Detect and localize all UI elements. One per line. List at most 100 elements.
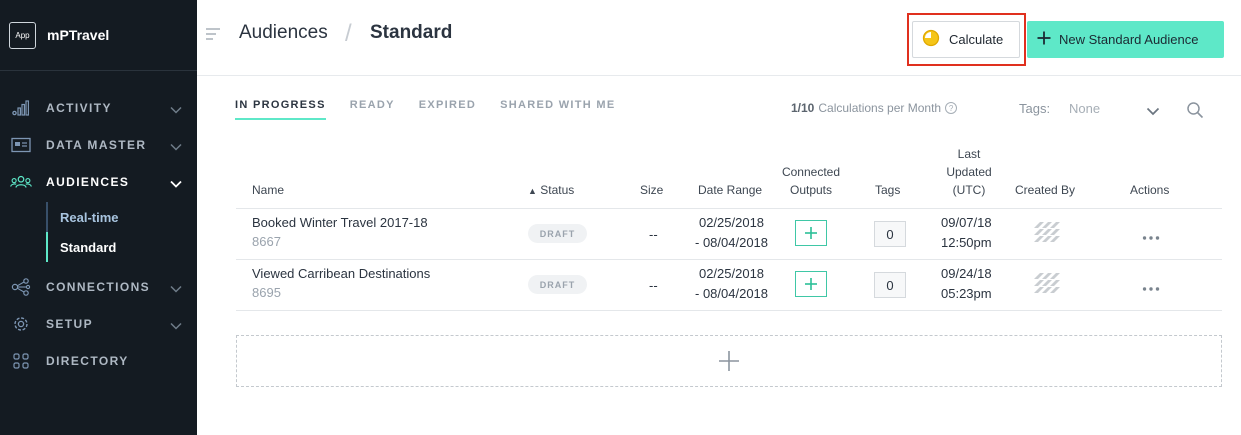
add-connected-output-button[interactable] bbox=[795, 220, 827, 246]
last-updated: 09/24/18 05:23pm bbox=[941, 264, 992, 304]
updated-time: 05:23pm bbox=[941, 286, 992, 301]
header-line: Last bbox=[957, 147, 981, 161]
column-header-status[interactable]: ▲ Status bbox=[528, 181, 574, 200]
tab-expired[interactable]: EXPIRED bbox=[419, 99, 476, 120]
calculate-button[interactable]: Calculate bbox=[912, 21, 1020, 58]
chevron-down-icon[interactable] bbox=[170, 280, 182, 298]
page-title: Standard bbox=[370, 22, 453, 43]
column-header-name[interactable]: Name bbox=[252, 181, 284, 199]
more-actions-icon[interactable] bbox=[1142, 228, 1160, 246]
plus-icon bbox=[1036, 30, 1052, 49]
app-badge[interactable]: App bbox=[9, 21, 36, 49]
sidebar-item-label: DIRECTORY bbox=[46, 353, 129, 368]
breadcrumb-separator: / bbox=[345, 20, 352, 47]
directory-grid-icon bbox=[10, 352, 32, 370]
chevron-down-icon[interactable] bbox=[170, 175, 182, 193]
tag-count[interactable]: 0 bbox=[874, 221, 906, 247]
avatar bbox=[1034, 222, 1062, 247]
column-header-connected-outputs[interactable]: Connected Outputs bbox=[776, 163, 846, 199]
sidebar-item-label: ACTIVITY bbox=[46, 100, 112, 115]
sidebar-item-data-master[interactable]: DATA MASTER bbox=[0, 126, 197, 163]
audiences-people-icon bbox=[10, 173, 32, 191]
chevron-down-icon[interactable] bbox=[1146, 103, 1160, 121]
size-value: -- bbox=[649, 227, 658, 242]
status-tabs: IN PROGRESS READY EXPIRED SHARED WITH ME bbox=[235, 99, 640, 120]
calculate-pie-icon bbox=[922, 29, 940, 50]
subnav-item-standard[interactable]: Standard bbox=[46, 232, 197, 262]
gear-icon bbox=[10, 315, 32, 333]
brand-name[interactable]: mPTravel bbox=[47, 27, 109, 43]
add-audience-placeholder[interactable] bbox=[236, 335, 1222, 387]
activity-bars-icon bbox=[10, 99, 32, 117]
divider bbox=[236, 259, 1222, 260]
calculate-label: Calculate bbox=[949, 32, 1004, 47]
tab-shared-with-me[interactable]: SHARED WITH ME bbox=[500, 99, 615, 120]
tab-in-progress[interactable]: IN PROGRESS bbox=[235, 99, 326, 120]
sidebar-item-label: SETUP bbox=[46, 316, 94, 331]
sidebar-item-audiences[interactable]: AUDIENCES bbox=[0, 163, 197, 200]
brand: App mPTravel bbox=[0, 0, 197, 71]
quota-count: 1/10 bbox=[791, 101, 815, 115]
tags-filter-value[interactable]: None bbox=[1069, 101, 1100, 116]
more-actions-icon[interactable] bbox=[1142, 279, 1160, 297]
sidebar-item-label: AUDIENCES bbox=[46, 174, 130, 189]
column-header-size[interactable]: Size bbox=[640, 181, 663, 199]
plus-icon bbox=[805, 227, 817, 239]
audiences-subnav: Real-time Standard bbox=[0, 200, 197, 268]
audience-name[interactable]: Booked Winter Travel 2017-18 bbox=[252, 215, 428, 230]
header-line: Outputs bbox=[789, 183, 833, 197]
column-header-tags[interactable]: Tags bbox=[875, 181, 900, 199]
updated-date: 09/24/18 bbox=[941, 266, 992, 281]
date-range: 02/25/2018 - 08/04/2018 bbox=[695, 264, 768, 304]
date-from: 02/25/2018 bbox=[698, 266, 765, 281]
audience-cell[interactable]: Booked Winter Travel 2017-18 8667 bbox=[252, 215, 428, 249]
header-line: (UTC) bbox=[952, 183, 986, 197]
sidebar-nav: ACTIVITY DATA MASTER AUDIENCES Real-time… bbox=[0, 71, 197, 379]
tags-filter-label: Tags: bbox=[1019, 101, 1051, 116]
chevron-down-icon[interactable] bbox=[170, 317, 182, 335]
chevron-down-icon[interactable] bbox=[170, 138, 182, 156]
new-standard-audience-button[interactable]: New Standard Audience bbox=[1027, 21, 1224, 58]
sidebar-item-activity[interactable]: ACTIVITY bbox=[0, 89, 197, 126]
column-header-actions: Actions bbox=[1130, 183, 1170, 197]
header-line: Connected bbox=[781, 165, 841, 179]
sidebar-item-connections[interactable]: CONNECTIONS bbox=[0, 268, 197, 305]
column-header-last-updated[interactable]: Last Updated (UTC) bbox=[938, 145, 1000, 199]
search-icon[interactable] bbox=[1186, 101, 1204, 124]
help-icon[interactable]: ? bbox=[945, 102, 958, 114]
quota-label: Calculations per Month bbox=[818, 101, 942, 115]
header-line: Updated bbox=[946, 165, 992, 179]
status-badge: DRAFT bbox=[528, 224, 587, 243]
plus-icon bbox=[805, 278, 817, 290]
sort-ascending-icon: ▲ bbox=[528, 186, 537, 196]
date-to: - 08/04/2018 bbox=[695, 235, 769, 250]
audience-cell[interactable]: Viewed Carribean Destinations 8695 bbox=[252, 266, 430, 300]
sidebar-item-label: CONNECTIONS bbox=[46, 279, 151, 294]
audience-id: 8667 bbox=[252, 234, 281, 249]
calculation-quota: 1/10 Calculations per Month ? bbox=[791, 101, 958, 115]
sidebar: App mPTravel ACTIVITY DATA MASTER AUDIEN… bbox=[0, 0, 197, 435]
date-range: 02/25/2018 - 08/04/2018 bbox=[695, 213, 768, 253]
chevron-down-icon[interactable] bbox=[170, 101, 182, 119]
column-header-date-range[interactable]: Date Range bbox=[698, 181, 762, 199]
add-connected-output-button[interactable] bbox=[795, 271, 827, 297]
tab-ready[interactable]: READY bbox=[350, 99, 395, 120]
plus-icon bbox=[719, 351, 739, 371]
divider bbox=[236, 310, 1222, 311]
new-standard-audience-label: New Standard Audience bbox=[1059, 32, 1199, 47]
sidebar-item-setup[interactable]: SETUP bbox=[0, 305, 197, 342]
updated-time: 12:50pm bbox=[941, 235, 992, 250]
subnav-item-real-time[interactable]: Real-time bbox=[46, 202, 197, 232]
column-header-created-by[interactable]: Created By bbox=[1015, 181, 1075, 199]
breadcrumb-audiences[interactable]: Audiences bbox=[239, 22, 328, 44]
hamburger-menu-icon[interactable] bbox=[205, 27, 221, 46]
date-from: 02/25/2018 bbox=[698, 215, 765, 230]
audience-name[interactable]: Viewed Carribean Destinations bbox=[252, 266, 430, 281]
tag-count[interactable]: 0 bbox=[874, 272, 906, 298]
sidebar-item-label: DATA MASTER bbox=[46, 137, 147, 152]
connections-icon bbox=[10, 277, 32, 296]
size-value: -- bbox=[649, 278, 658, 293]
sidebar-item-directory[interactable]: DIRECTORY bbox=[0, 342, 197, 379]
last-updated: 09/07/18 12:50pm bbox=[941, 213, 992, 253]
column-header-status-label: Status bbox=[540, 183, 575, 197]
